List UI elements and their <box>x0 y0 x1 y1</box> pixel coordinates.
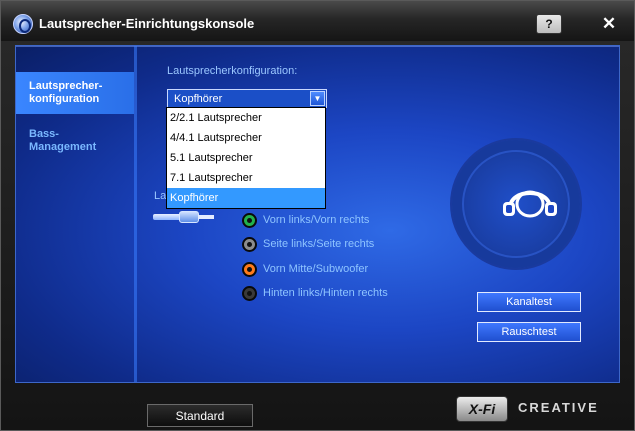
noise-test-button[interactable]: Rauschtest <box>477 322 581 342</box>
xfi-logo: X-Fi <box>456 396 508 422</box>
close-button[interactable]: ✕ <box>599 14 619 34</box>
dropdown-option[interactable]: 7.1 Lautsprecher <box>167 168 325 188</box>
chevron-down-icon[interactable]: ▼ <box>310 91 325 106</box>
sidebar-item-label: Lautsprecher- <box>29 80 103 92</box>
app-logo-icon <box>13 14 33 34</box>
speaker-config-value: Kopfhörer <box>174 93 223 105</box>
app-window: Lautsprecher-Einrichtungskonsole ? ✕ Lau… <box>0 0 635 431</box>
standard-button[interactable]: Standard <box>147 404 253 427</box>
dropdown-option-selected[interactable]: Kopfhörer <box>167 188 325 208</box>
sidebar-divider <box>134 46 137 382</box>
headphone-jack-icon <box>153 210 217 224</box>
channel-test-button[interactable]: Kanaltest <box>477 292 581 312</box>
panel-divider-top <box>16 46 619 47</box>
headphones-icon <box>503 190 557 218</box>
speaker-config-dropdown[interactable]: 2/2.1 Lautsprecher 4/4.1 Lautsprecher 5.… <box>166 107 326 209</box>
port-jack-icon <box>242 237 257 252</box>
port-label: Vorn links/Vorn rechts <box>263 214 370 226</box>
dropdown-option[interactable]: 2/2.1 Lautsprecher <box>167 108 325 128</box>
title-bar[interactable]: Lautsprecher-Einrichtungskonsole ? ✕ <box>1 1 634 41</box>
port-label: Hinten links/Hinten rechts <box>263 287 388 299</box>
sidebar-item-label: Management <box>29 141 97 153</box>
sidebar-item-label: Bass- <box>29 128 59 140</box>
port-label: Vorn Mitte/Subwoofer <box>263 263 369 275</box>
port-jack-icon <box>242 286 257 301</box>
help-button[interactable]: ? <box>536 14 562 34</box>
port-jack-icon <box>242 213 257 228</box>
sidebar-item-bass-management[interactable]: Bass- Management <box>16 128 134 154</box>
port-label: Seite links/Seite rechts <box>263 238 375 250</box>
sidebar-item-label: konfiguration <box>29 93 100 105</box>
speaker-config-label: Lautsprecherkonfiguration: <box>167 65 298 77</box>
dropdown-option[interactable]: 4/4.1 Lautsprecher <box>167 128 325 148</box>
window-title: Lautsprecher-Einrichtungskonsole <box>39 16 255 31</box>
main-panel: Lautsprecher- konfiguration Bass- Manage… <box>15 45 620 383</box>
sidebar-item-speaker-config[interactable]: Lautsprecher- konfiguration <box>16 72 134 114</box>
port-jack-icon <box>242 262 257 277</box>
speaker-config-select[interactable]: Kopfhörer ▼ <box>167 89 327 108</box>
creative-logo: CREATIVE <box>518 400 599 415</box>
dropdown-option[interactable]: 5.1 Lautsprecher <box>167 148 325 168</box>
